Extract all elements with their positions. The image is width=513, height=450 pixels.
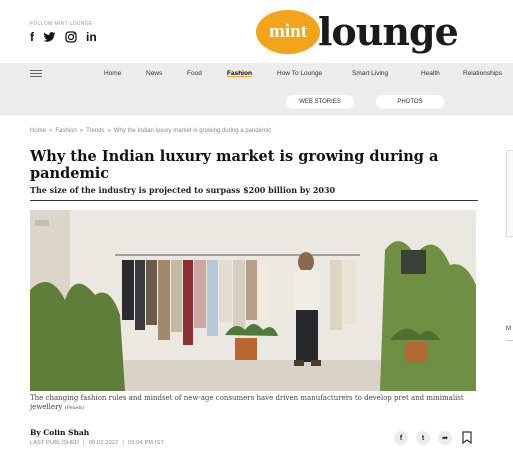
nav-item-smart-living[interactable]: Smart Living xyxy=(352,70,388,77)
linkedin-icon[interactable]: in xyxy=(86,31,97,43)
divider xyxy=(30,200,478,201)
breadcrumb-fashion[interactable]: Fashion xyxy=(55,128,76,134)
publish-meta: LAST PUBLISHED | 08.02.2022 | 03:04 PM IST xyxy=(30,440,165,446)
side-divider xyxy=(506,340,513,341)
side-letter: M xyxy=(506,326,511,332)
side-panel xyxy=(506,150,513,237)
breadcrumb-home[interactable]: Home xyxy=(30,128,46,134)
facebook-icon[interactable]: f xyxy=(30,31,34,43)
logo-lounge: lounge xyxy=(318,9,459,54)
bookmark-icon[interactable] xyxy=(462,431,472,444)
nav-item-how-to-lounge[interactable]: How To Lounge xyxy=(277,70,322,77)
instagram-icon[interactable] xyxy=(65,31,77,43)
breadcrumb-trends[interactable]: Trends xyxy=(86,128,104,134)
facebook-share-icon[interactable]: f xyxy=(394,431,408,445)
breadcrumb-current: Why the Indian luxury market is growing … xyxy=(113,128,272,134)
twitter-share-icon[interactable]: t xyxy=(416,431,430,445)
web-stories-button[interactable]: WEB STORIES xyxy=(286,95,354,109)
publish-date: 08.02.2022 xyxy=(88,440,119,446)
twitter-icon[interactable] xyxy=(43,31,56,43)
nav-item-fashion[interactable]: Fashion xyxy=(227,70,252,77)
share-icon[interactable]: ➦ xyxy=(438,431,452,445)
article-title: Why the Indian luxury market is growing … xyxy=(30,148,439,182)
breadcrumb: Home» Fashion» Trends» Why the Indian luxur… xyxy=(30,128,272,134)
article-subtitle: The size of the industry is projected to… xyxy=(30,185,336,195)
article-hero-image xyxy=(30,210,476,391)
logo-mint: mint xyxy=(256,10,320,54)
caption-credit: (Pexels) xyxy=(64,405,85,411)
photos-button[interactable]: PHOTOS xyxy=(376,95,444,109)
menu-icon[interactable] xyxy=(30,70,42,79)
image-caption: The changing fashion rules and mindset o… xyxy=(30,394,464,411)
nav-item-news[interactable]: News xyxy=(146,70,162,77)
publish-time: 03:04 PM IST xyxy=(127,440,165,446)
nav-item-health[interactable]: Health xyxy=(421,70,440,77)
nav-item-home[interactable]: Home xyxy=(104,70,121,77)
nav-item-relationships[interactable]: Relationships xyxy=(463,70,502,77)
site-logo[interactable]: mint lounge xyxy=(256,9,459,54)
author-byline[interactable]: By Colin Shah xyxy=(30,428,89,437)
follow-label: FOLLOW MINT LOUNGE xyxy=(30,21,93,27)
nav-item-food[interactable]: Food xyxy=(187,70,202,77)
social-links: f in xyxy=(30,31,97,43)
